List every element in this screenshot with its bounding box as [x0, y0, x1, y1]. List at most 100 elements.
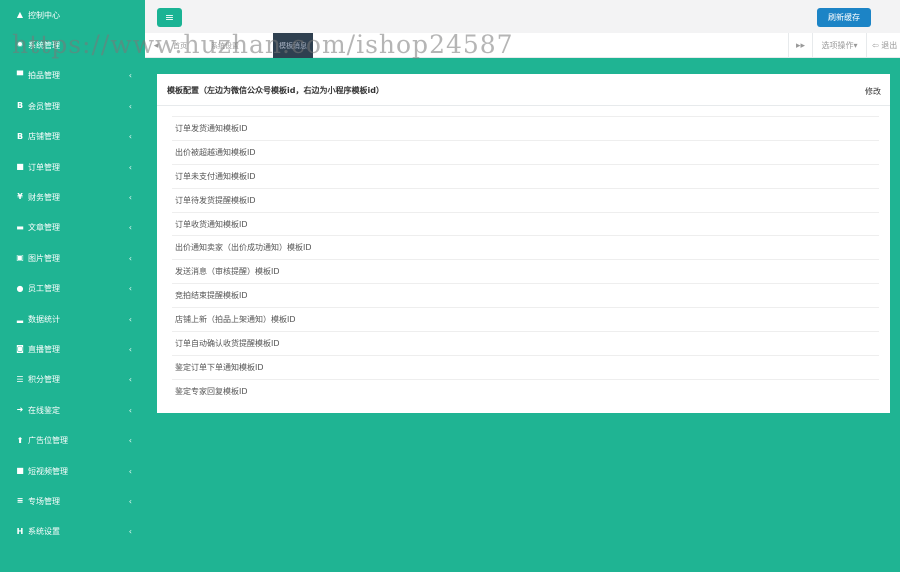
tab-scroll-right-button[interactable]: ▸▸	[788, 33, 812, 58]
chevron-left-icon: ‹	[128, 162, 132, 172]
panel-header: 模板配置（左边为微信公众号模板id，右边为小程序模板id） 修改	[157, 74, 890, 106]
template-row: 订单发货通知模板ID	[172, 116, 879, 140]
template-row: 店铺上新（拍品上架通知）模板ID	[172, 307, 879, 331]
template-row: 出价通知卖家（出价成功通知）模板ID	[172, 235, 879, 259]
sidebar-item[interactable]: ▲ 控制中心	[0, 0, 145, 30]
template-row: 订单自动确认收货提醒模板ID	[172, 331, 879, 355]
sidebar-item[interactable]: ▬ 文章管理 ‹	[0, 213, 145, 243]
chevron-left-icon: ‹	[128, 344, 132, 354]
template-row: 订单待发货提醒模板ID	[172, 187, 879, 212]
menu-toggle-button[interactable]: ≡	[157, 8, 182, 27]
folder-icon: ▬	[16, 222, 24, 232]
sidebar-item[interactable]: ◙ 直播管理 ‹	[0, 334, 145, 364]
sidebar-item[interactable]: ☰ 积分管理 ‹	[0, 365, 145, 395]
chevron-left-icon: ‹	[128, 223, 132, 233]
refresh-cache-button[interactable]: 刷新缓存	[817, 8, 871, 27]
chevron-left-icon: ‹	[128, 375, 132, 385]
sidebar-item[interactable]: ✹ 系统管理	[0, 30, 145, 60]
template-row: 发送消息（审核提醒）模板ID	[172, 259, 879, 283]
panel-title: 模板配置（左边为微信公众号模板id，右边为小程序模板id）	[167, 86, 384, 95]
list-icon: ☰	[16, 374, 24, 384]
sidebar-item[interactable]: ■ 短视频管理 ‹	[0, 456, 145, 486]
edit-link[interactable]: 修改	[865, 86, 881, 97]
template-config-panel: 模板配置（左边为微信公众号模板id，右边为小程序模板id） 修改 订单发货通知模…	[157, 74, 890, 413]
tab-bar: ◂ 首页 系统设置 模板消息 ▸▸ 选项操作▾ ⇦ 退出	[145, 33, 900, 58]
camera-icon: ◙	[16, 344, 24, 354]
sidebar-item-label: 直播管理	[28, 344, 60, 354]
cart-icon: ▀	[16, 70, 24, 80]
chevron-left-icon: ‹	[128, 527, 132, 537]
signal-icon: ▂	[16, 314, 24, 323]
chevron-left-icon: ‹	[128, 253, 132, 263]
sidebar-item-label: 员工管理	[28, 284, 60, 294]
sidebar-item-label: 广告位管理	[28, 436, 68, 446]
template-row: 竞拍结束提醒模板ID	[172, 283, 879, 307]
template-list: 订单发货通知模板ID 出价被超越通知模板ID 订单未支付通知模板ID 订单待发货提醒模…	[172, 116, 879, 403]
sidebar-item[interactable]: ➜ 在线鉴定 ‹	[0, 395, 145, 425]
sidebar-item-label: 系统设置	[28, 527, 60, 537]
chevron-left-icon: ‹	[128, 71, 132, 81]
template-row: 订单收货通知模板ID	[172, 211, 879, 236]
book-icon: ■	[16, 162, 24, 171]
menu-icon: ≡	[16, 496, 24, 506]
bold-b-icon: B	[16, 101, 24, 111]
sidebar-item[interactable]: H 系统设置 ‹	[0, 517, 145, 547]
sidebar-item-label: 系统管理	[28, 40, 60, 50]
chevron-left-icon: ‹	[128, 436, 132, 446]
warning-icon: ▲	[16, 10, 24, 19]
chevron-left-icon: ‹	[128, 314, 132, 324]
tab-template-messages[interactable]: 模板消息	[273, 33, 313, 58]
sidebar-item-label: 积分管理	[28, 375, 60, 385]
gear-icon: ✹	[16, 40, 24, 50]
sidebar-item-label: 在线鉴定	[28, 405, 60, 415]
sidebar-item-label: 店铺管理	[28, 132, 60, 142]
sidebar-item[interactable]: ¥ 财务管理 ‹	[0, 182, 145, 212]
top-header: ≡ 刷新缓存	[145, 0, 900, 33]
exit-button[interactable]: ⇦ 退出	[866, 33, 900, 58]
template-row: 出价被超越通知模板ID	[172, 139, 879, 164]
sidebar-item[interactable]: ≡ 专场管理 ‹	[0, 486, 145, 516]
template-row: 鉴定专家回复模板ID	[172, 378, 879, 403]
chevron-left-icon: ‹	[128, 405, 132, 415]
sidebar-item-label: 订单管理	[28, 162, 60, 172]
sidebar-item[interactable]: ▀ 拍品管理 ‹	[0, 61, 145, 91]
sidebar-item-label: 控制中心	[28, 10, 60, 20]
sidebar-item-label: 财务管理	[28, 192, 60, 202]
sidebar-item[interactable]: ⬆ 广告位管理 ‹	[0, 426, 145, 456]
sidebar-item[interactable]: ▂ 数据统计 ‹	[0, 304, 145, 334]
sidebar-item[interactable]: B 店铺管理 ‹	[0, 122, 145, 152]
sidebar-item-label: 数据统计	[28, 314, 60, 324]
sidebar-item-label: 短视频管理	[28, 466, 68, 476]
sidebar-item[interactable]: B 会员管理 ‹	[0, 91, 145, 121]
arrow-up-icon: ⬆	[16, 435, 24, 445]
tab-options-dropdown[interactable]: 选项操作▾	[812, 33, 866, 58]
forward-icon: ▸▸	[795, 40, 806, 51]
tab-home[interactable]: 首页	[167, 33, 193, 58]
sidebar-item-label: 拍品管理	[28, 71, 60, 81]
template-row: 订单未支付通知模板ID	[172, 163, 879, 188]
chevron-left-icon: ‹	[128, 284, 132, 294]
tab-scroll-left-button[interactable]: ◂	[145, 33, 167, 58]
image-icon: ▣	[16, 253, 24, 263]
arrow-right-icon: ➜	[16, 405, 24, 415]
chevron-left-icon: ‹	[128, 132, 132, 142]
sidebar-item[interactable]: ▣ 图片管理 ‹	[0, 243, 145, 273]
chevron-left-icon: ‹	[128, 192, 132, 202]
user-icon: ●	[16, 283, 24, 293]
tab-system-settings[interactable]: 系统设置	[205, 33, 245, 58]
h-icon: H	[16, 526, 24, 536]
sidebar-item[interactable]: ● 员工管理 ‹	[0, 274, 145, 304]
sidebar: ▲ 控制中心 ✹ 系统管理 ▀ 拍品管理 ‹ B 会员管理 ‹ B 店铺管理 ‹ ■ 订单管理 ‹ ¥ 财务管理 ‹…	[0, 0, 145, 572]
chevron-left-icon: ◂	[153, 40, 159, 51]
template-row: 鉴定订单下单通知模板ID	[172, 354, 879, 379]
hamburger-icon: ≡	[164, 11, 175, 24]
sidebar-item[interactable]: ■ 订单管理 ‹	[0, 152, 145, 182]
chevron-left-icon: ‹	[128, 101, 132, 111]
yen-icon: ¥	[17, 192, 23, 202]
sidebar-item-label: 专场管理	[28, 496, 60, 506]
chevron-left-icon: ‹	[128, 466, 132, 476]
sidebar-item-label: 文章管理	[28, 223, 60, 233]
sidebar-item-label: 会员管理	[28, 101, 60, 111]
video-icon: ■	[16, 466, 24, 475]
chevron-left-icon: ‹	[128, 496, 132, 506]
